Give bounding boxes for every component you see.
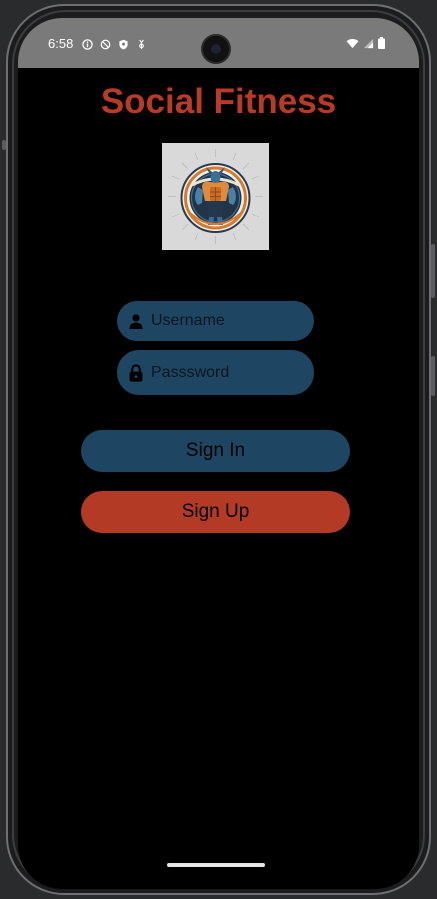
volume-button: [431, 356, 435, 396]
battery-icon: [378, 36, 385, 54]
power-button: [431, 244, 435, 298]
home-indicator[interactable]: [167, 863, 265, 867]
signal-icon: [363, 36, 374, 54]
app-title: Social Fitness: [100, 82, 337, 121]
username-field[interactable]: [117, 301, 314, 341]
password-input[interactable]: [151, 363, 301, 382]
info-icon: [82, 37, 93, 50]
password-field[interactable]: [117, 350, 314, 395]
front-camera: [201, 34, 231, 64]
app-logo: [162, 143, 269, 250]
lock-icon: [129, 363, 143, 382]
sign-up-button[interactable]: Sign Up: [81, 491, 350, 533]
app-screen: 6:58 Social Fitness Username Sign In Sig…: [18, 18, 419, 889]
username-input[interactable]: [151, 312, 301, 330]
athlete-emblem-icon: [168, 149, 263, 244]
status-icons-right: [346, 36, 385, 54]
shield-icon: [118, 37, 129, 50]
wifi-icon: [346, 36, 359, 54]
status-icons-left: [82, 37, 147, 50]
data-saver-icon: [136, 37, 147, 50]
status-bar: 6:58: [18, 18, 419, 68]
status-time: 6:58: [48, 36, 74, 51]
person-icon: [129, 313, 143, 329]
side-button-left: [2, 140, 6, 150]
no-sync-icon: [100, 37, 111, 50]
sign-in-button[interactable]: Sign In: [81, 430, 350, 472]
